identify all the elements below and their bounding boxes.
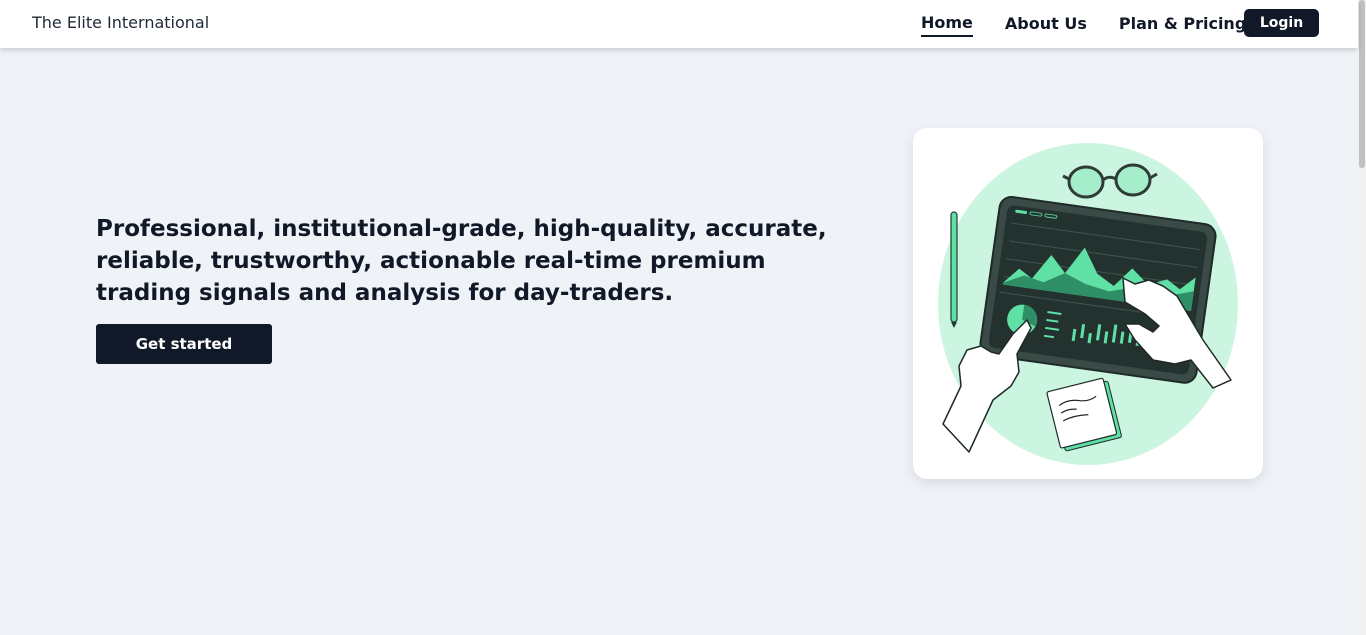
login-button[interactable]: Login xyxy=(1244,9,1319,37)
top-navbar: The Elite International Home About Us Pl… xyxy=(0,0,1358,48)
stylus-pen-icon xyxy=(950,211,958,328)
hero-illustration-card xyxy=(913,128,1263,479)
hero-headline: Professional, institutional-grade, high-… xyxy=(96,216,827,306)
brand-name[interactable]: The Elite International xyxy=(32,13,209,32)
get-started-button[interactable]: Get started xyxy=(96,324,272,364)
nav-link-about-us[interactable]: About Us xyxy=(1005,14,1087,36)
nav-link-home[interactable]: Home xyxy=(921,13,973,37)
nav-link-plan-pricing[interactable]: Plan & Pricing xyxy=(1119,14,1246,36)
trading-tablet-illustration xyxy=(938,143,1238,465)
scrollbar-thumb[interactable] xyxy=(1359,0,1365,168)
page-scrollbar[interactable] xyxy=(1358,0,1366,635)
nav-links: Home About Us Plan & Pricing xyxy=(921,13,1246,37)
